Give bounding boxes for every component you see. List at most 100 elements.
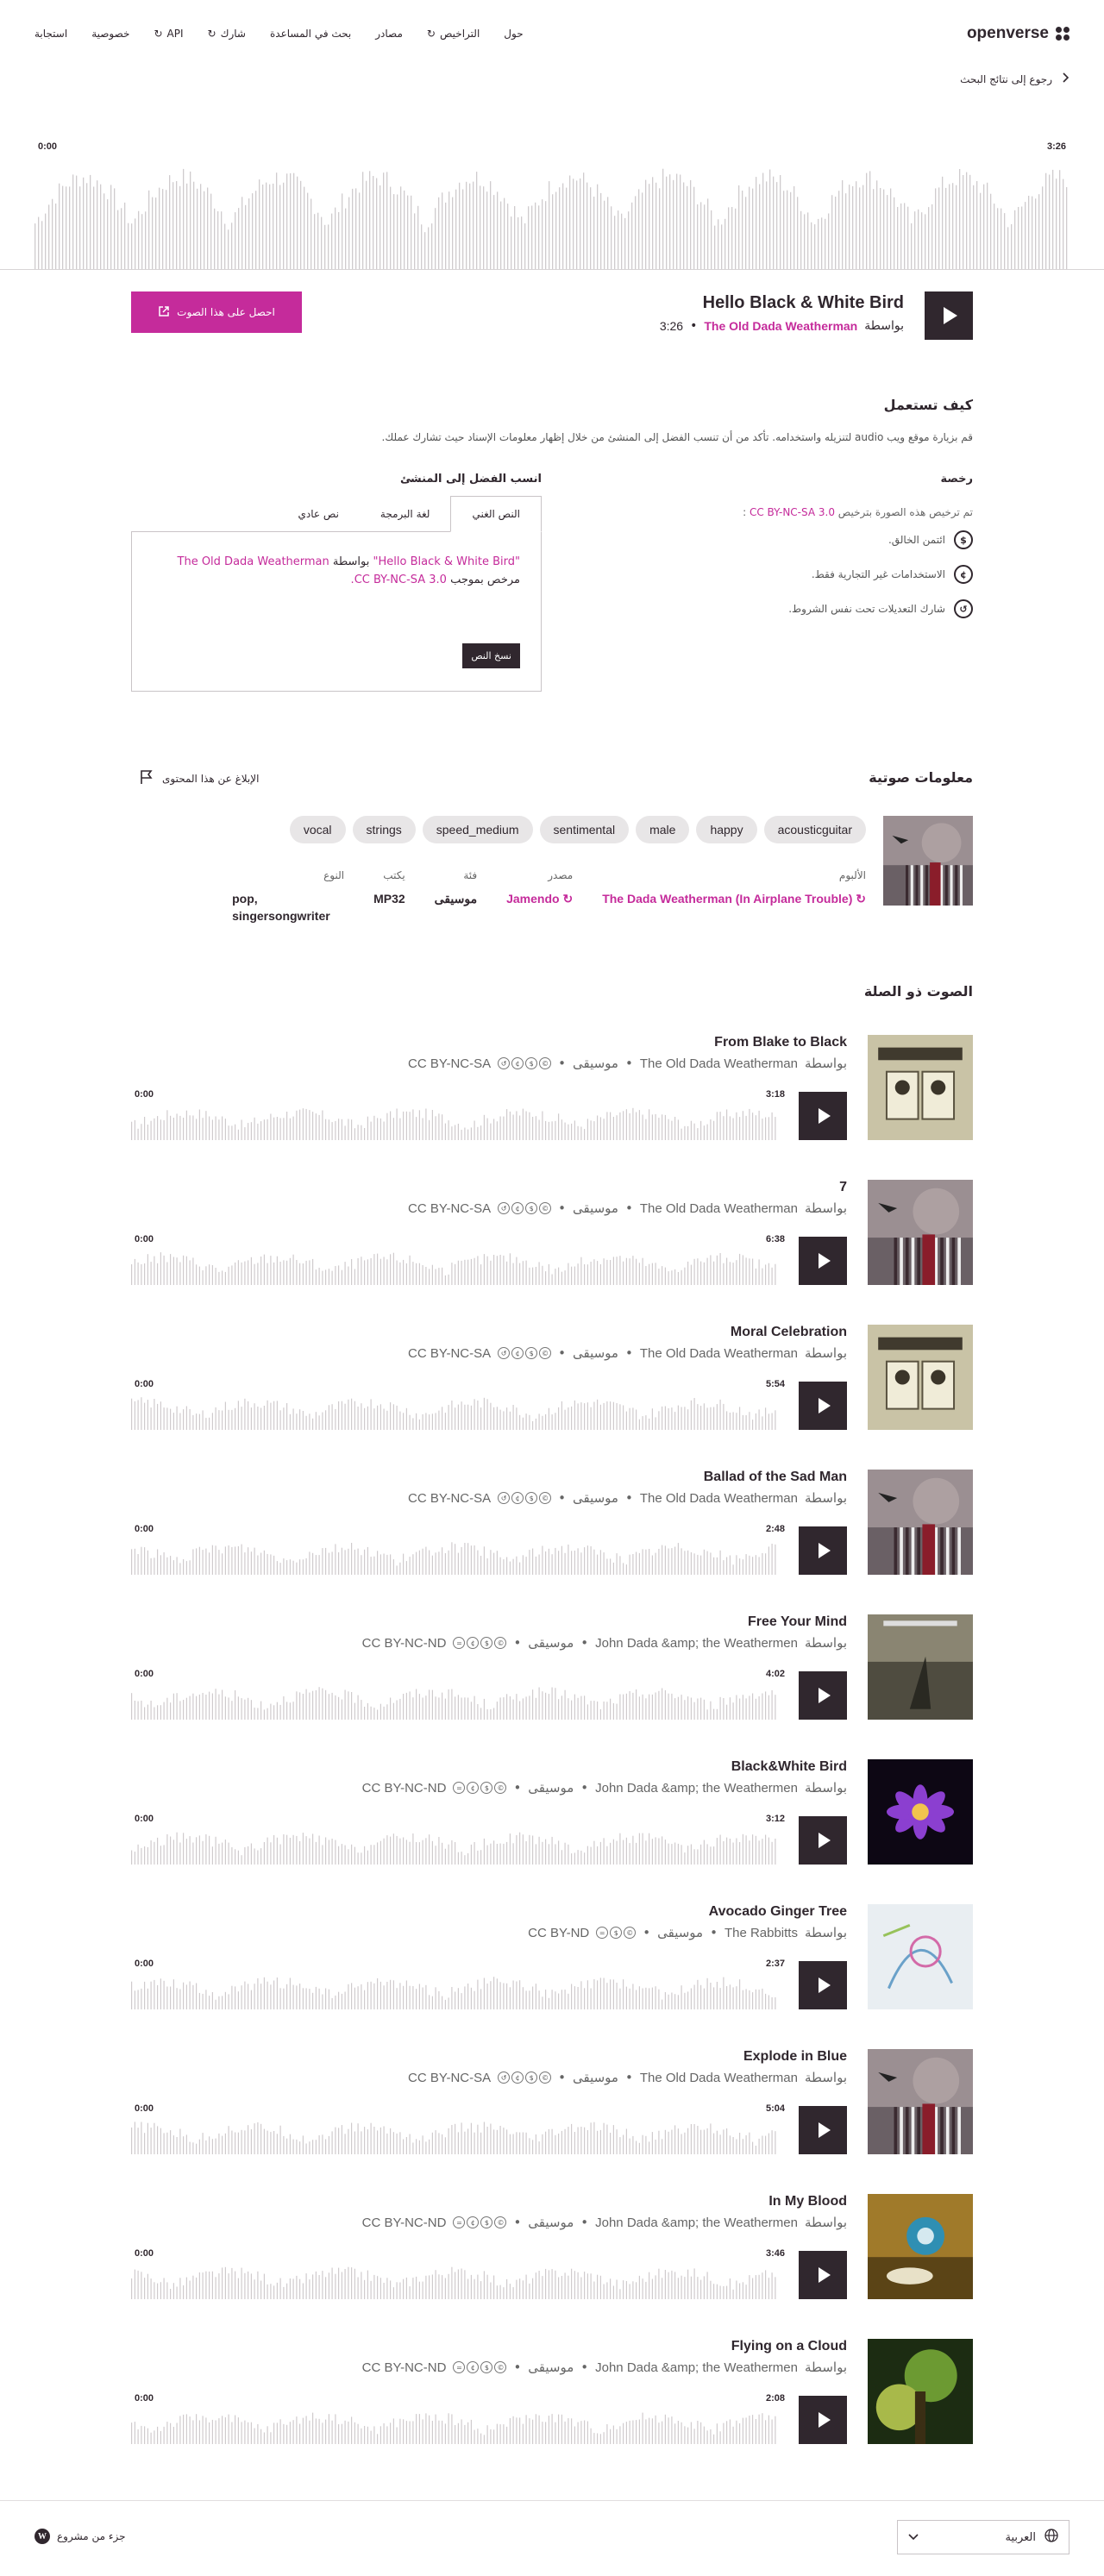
waveform-bar: [532, 2278, 534, 2299]
get-audio-button[interactable]: احصل على هذا الصوت: [131, 291, 302, 333]
license-link[interactable]: CC BY-NC-SA 3.0: [750, 506, 835, 518]
related-audio-item[interactable]: From Blake to Black بواسطة The Old Dada We…: [131, 1035, 973, 1142]
tag-male[interactable]: male: [636, 816, 690, 843]
related-play-button[interactable]: [799, 1092, 847, 1140]
waveform-bar: [480, 1264, 482, 1285]
waveform-bar: [292, 2278, 294, 2299]
related-play-button[interactable]: [799, 1382, 847, 1430]
related-waveform[interactable]: [131, 2391, 847, 2444]
related-audio-item[interactable]: Moral Celebration بواسطة The Old Dada Weat…: [131, 1325, 973, 1432]
related-play-button[interactable]: [799, 2396, 847, 2444]
related-title[interactable]: Ballad of the Sad Man: [704, 1470, 847, 1485]
meta-value[interactable]: ↻ The Dada Weatherman (In Airplane Troub…: [602, 890, 866, 907]
waveform-bar: [499, 1255, 501, 1285]
tag-sentimental[interactable]: sentimental: [539, 816, 630, 843]
related-waveform[interactable]: [131, 2101, 847, 2154]
related-waveform[interactable]: [131, 1521, 847, 1575]
waveform-bar: [684, 2132, 686, 2154]
related-audio-item[interactable]: Explode in Blue بواسطة The Old Dada Weathe…: [131, 2049, 973, 2156]
related-play-button[interactable]: [799, 1816, 847, 1865]
waveform-bar: [842, 180, 844, 269]
related-play-button[interactable]: [799, 1671, 847, 1720]
creator-link[interactable]: The Old Dada Weatherman: [704, 319, 857, 333]
attribution-tab-1[interactable]: لغة البرمجة: [360, 496, 451, 532]
nav-item-2[interactable]: مصادر: [375, 28, 403, 40]
waveform-bar: [189, 2141, 191, 2154]
waveform-bar: [335, 1266, 336, 1285]
related-play-button[interactable]: [799, 1526, 847, 1575]
related-play-button[interactable]: [799, 1961, 847, 2009]
waveform-bar: [506, 1983, 508, 2009]
related-waveform[interactable]: [131, 1956, 847, 2009]
play-button[interactable]: [925, 291, 973, 340]
tag-speed_medium[interactable]: speed_medium: [422, 816, 533, 843]
attribution-title-link[interactable]: "Hello Black & White Bird": [373, 555, 520, 568]
cc-icon: =: [453, 2361, 466, 2373]
tag-vocal[interactable]: vocal: [289, 816, 346, 843]
related-waveform[interactable]: [131, 1087, 847, 1140]
waveform-bar: [723, 2285, 724, 2299]
related-title[interactable]: Moral Celebration: [731, 1325, 847, 1340]
attribution-tab-0[interactable]: النص الغني: [450, 496, 542, 532]
waveform-bar: [380, 2278, 381, 2299]
report-content-button[interactable]: الإبلاغ عن هذا المحتوى: [140, 769, 259, 787]
related-waveform[interactable]: [131, 1811, 847, 1865]
meta-value-text: موسيقى: [434, 892, 478, 906]
nav-item-5[interactable]: API ↻: [154, 28, 183, 40]
openverse-logo[interactable]: openverse: [967, 24, 1070, 43]
related-waveform[interactable]: [131, 1232, 847, 1285]
tag-happy[interactable]: happy: [696, 816, 757, 843]
related-waveform[interactable]: [131, 2246, 847, 2299]
related-play-button[interactable]: [799, 2251, 847, 2299]
language-select[interactable]: العربية: [897, 2520, 1070, 2554]
waveform-bar: [137, 1990, 139, 2009]
nav-item-0[interactable]: حول: [504, 28, 523, 40]
related-audio-item[interactable]: In My Blood بواسطة John Dada &amp; the Wea…: [131, 2194, 973, 2301]
related-play-button[interactable]: [799, 2106, 847, 2154]
meta-dot: •: [558, 1200, 566, 1216]
related-waveform[interactable]: [131, 1666, 847, 1720]
nav-item-3[interactable]: بحث في المساعدة: [270, 28, 351, 40]
main-waveform[interactable]: 0:00 3:26: [34, 138, 1070, 269]
meta-dot: •: [624, 1345, 633, 1361]
related-title[interactable]: From Blake to Black: [714, 1035, 847, 1050]
waveform-bar: [645, 1698, 647, 1720]
related-waveform[interactable]: [131, 1376, 847, 1430]
related-title[interactable]: In My Blood: [768, 2194, 847, 2209]
nav-item-6[interactable]: خصوصية: [91, 28, 129, 40]
related-audio-item[interactable]: Black&White Bird بواسطة John Dada &amp; th…: [131, 1759, 973, 1866]
related-title[interactable]: Black&White Bird: [731, 1759, 847, 1775]
related-title[interactable]: Explode in Blue: [743, 2049, 847, 2065]
waveform-bar: [209, 2136, 210, 2154]
cc-icon: ©: [539, 1057, 552, 1069]
wordpress-link[interactable]: جزء من مشروع W: [34, 2529, 126, 2544]
nav-item-7[interactable]: استجابة: [34, 28, 67, 40]
related-title[interactable]: Flying on a Cloud: [731, 2339, 847, 2354]
waveform-bar: [486, 1845, 488, 1865]
attribution-tab-2[interactable]: نص عادي: [278, 496, 360, 532]
related-title[interactable]: Free Your Mind: [748, 1614, 847, 1630]
waveform-bar: [752, 1557, 754, 1575]
waveform-bar: [211, 1992, 213, 2009]
nav-item-1[interactable]: التراخيص ↻: [427, 28, 480, 40]
related-title[interactable]: 7: [839, 1180, 847, 1195]
related-title[interactable]: Avocado Ginger Tree: [709, 1904, 847, 1920]
waveform-bar: [466, 181, 467, 269]
related-audio-item[interactable]: Flying on a Cloud بواسطة John Dada &amp; t…: [131, 2339, 973, 2446]
related-audio-item[interactable]: 7 بواسطة The Old Dada Weatherman • موسيقى • © $…: [131, 1180, 973, 1287]
related-audio-item[interactable]: Avocado Ginger Tree بواسطة The Rabbitts • مو…: [131, 1904, 973, 2011]
waveform-bar: [597, 1846, 599, 1865]
nav-item-4[interactable]: شارك ↻: [208, 28, 246, 40]
copy-text-button[interactable]: نسخ النص: [462, 643, 520, 668]
waveform-bar: [752, 1834, 754, 1865]
related-play-button[interactable]: [799, 1237, 847, 1285]
attribution-creator-link[interactable]: The Old Dada Weatherman: [178, 555, 329, 568]
related-audio-item[interactable]: Ballad of the Sad Man بواسطة The Old Dada …: [131, 1470, 973, 1576]
back-to-results-link[interactable]: رجوع إلى نتائج البحث: [960, 72, 1070, 85]
tag-acousticguitar[interactable]: acousticguitar: [763, 816, 866, 843]
waveform-bar: [619, 1988, 621, 2009]
attribution-license-link[interactable]: CC BY-NC-SA 3.0.: [351, 573, 447, 586]
meta-value[interactable]: ↻ Jamendo: [506, 890, 573, 907]
related-audio-item[interactable]: Free Your Mind بواسطة John Dada &amp; the …: [131, 1614, 973, 1721]
tag-strings[interactable]: strings: [352, 816, 416, 843]
